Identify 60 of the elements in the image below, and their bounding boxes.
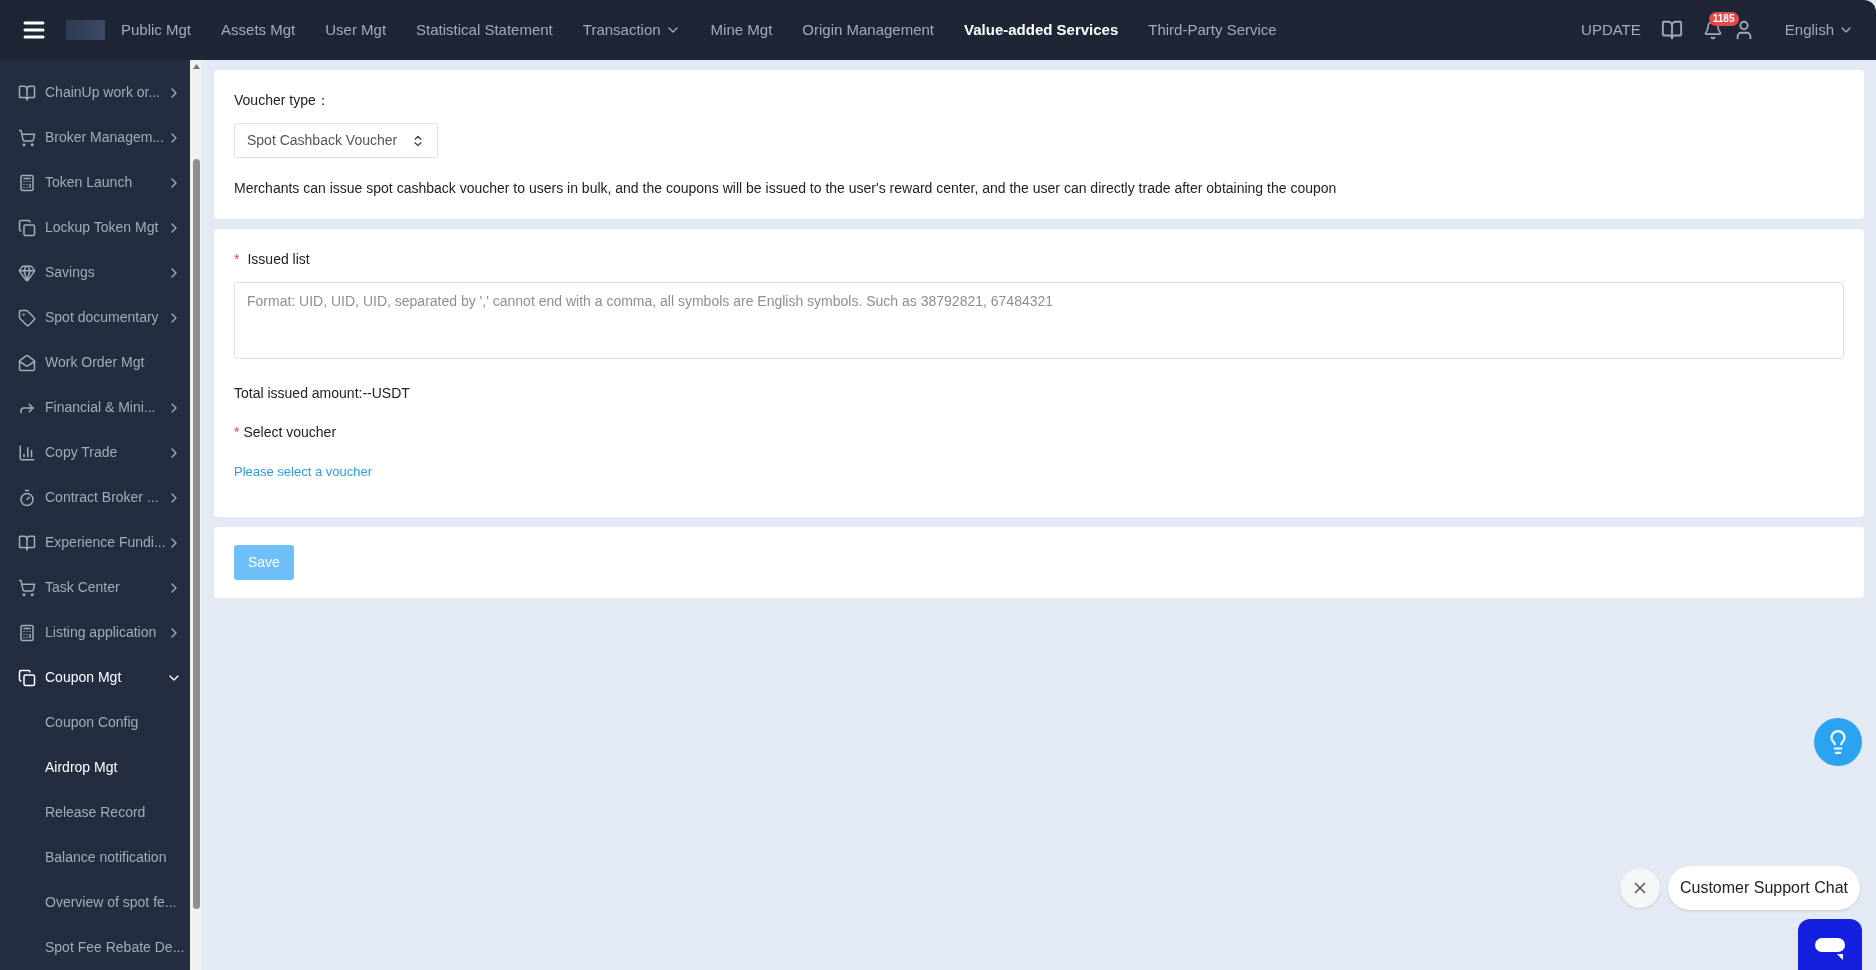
calculator-icon xyxy=(18,623,36,642)
sidebar-item[interactable]: Financial & Mini... xyxy=(4,385,190,430)
nav-tab[interactable]: Third-Party Service xyxy=(1148,18,1277,42)
nav-tab[interactable]: Origin Management xyxy=(802,18,935,42)
field-label: Voucher type： xyxy=(234,91,331,110)
update-link[interactable]: UPDATE xyxy=(1581,18,1641,42)
nav-tab[interactable]: User Mgt xyxy=(325,18,387,42)
sidebar-item[interactable]: Work Order Mgt xyxy=(4,340,190,385)
book-icon xyxy=(18,533,36,552)
scroll-up-icon xyxy=(192,64,200,69)
chat-bubble[interactable]: Customer Support Chat xyxy=(1667,866,1860,910)
sidebar-item[interactable]: ChainUp work or... xyxy=(4,70,190,115)
required-mark: * xyxy=(234,423,240,442)
lightbulb-button[interactable] xyxy=(1814,718,1862,766)
cart-icon xyxy=(18,578,36,597)
sidebar-item[interactable]: Savings xyxy=(4,250,190,295)
sidebar-item[interactable]: Spot documentary xyxy=(4,295,190,340)
sidebar-item[interactable]: Copy Trade xyxy=(4,430,190,475)
nav-tab[interactable]: Assets Mgt xyxy=(221,18,296,42)
envelope-icon xyxy=(18,353,36,372)
sidebar-item[interactable]: Experience Fundi... xyxy=(4,520,190,565)
nav-tab[interactable]: Statistical Statement xyxy=(416,18,553,42)
cart-icon xyxy=(18,128,36,147)
sidebar-item[interactable]: Lockup Token Mgt xyxy=(4,205,190,250)
sidebar-subitem[interactable]: Spot Fee Rebate De... xyxy=(4,925,190,970)
required-mark: * xyxy=(234,250,240,269)
total-amount: Total issued amount:--USDT xyxy=(234,384,411,403)
diamond-icon xyxy=(18,263,36,282)
tag-icon xyxy=(18,308,36,327)
language-select[interactable]: English xyxy=(1784,18,1854,42)
calculator-icon xyxy=(18,173,36,192)
sidebar-item[interactable]: Coupon Mgt xyxy=(4,655,190,700)
nav-tab[interactable]: Transaction xyxy=(582,18,681,42)
sidebar-subitem[interactable]: Coupon Config xyxy=(4,700,190,745)
logo-image xyxy=(66,20,105,40)
field-label: Select voucher xyxy=(243,423,337,442)
sidebar-scrollbar[interactable] xyxy=(190,60,202,970)
bar-chart-icon xyxy=(18,443,36,462)
issued-list-field[interactable]: Format: UID, UID, UID, separated by ',' cannot end with a comma, all symbols are English symbols. Such as 38792821, 67484321 xyxy=(234,282,1844,359)
voucher-type-select[interactable]: Spot Cashback Voucher xyxy=(234,123,439,158)
nav-tab[interactable]: Mine Mgt xyxy=(710,18,773,42)
sidebar-item[interactable]: Listing application xyxy=(4,610,190,655)
notification-badge: 1185 xyxy=(1708,12,1739,26)
book-icon xyxy=(18,83,36,102)
sidebar-subitem[interactable]: Overview of spot fe... xyxy=(4,880,190,925)
field-label: Issued list xyxy=(247,250,310,269)
sidebar-subitem[interactable]: Balance notification xyxy=(4,835,190,880)
timer-icon xyxy=(18,488,36,507)
sidebar-subitem[interactable]: Release Record xyxy=(4,790,190,835)
sidebar-item[interactable]: Broker Managem... xyxy=(4,115,190,160)
sidebar-subitem[interactable]: Airdrop Mgt xyxy=(4,745,190,790)
nav-tab[interactable]: Value-added Services xyxy=(964,18,1119,42)
documents-icon xyxy=(18,218,36,237)
sidebar-item[interactable]: Token Launch xyxy=(4,160,190,205)
sidebar-item[interactable]: Task Center xyxy=(4,565,190,610)
voucher-description: Merchants can issue spot cashback voucher to users in bulk, and the coupons will be issued to the user's reward center, and the user can directly trade after obtaining the coupon xyxy=(234,179,1338,198)
documents-icon xyxy=(18,668,36,687)
chat-button[interactable] xyxy=(1798,919,1862,970)
nav-tab[interactable]: Public Mgt xyxy=(121,18,192,42)
sidebar-item[interactable]: Contract Broker ... xyxy=(4,475,190,520)
